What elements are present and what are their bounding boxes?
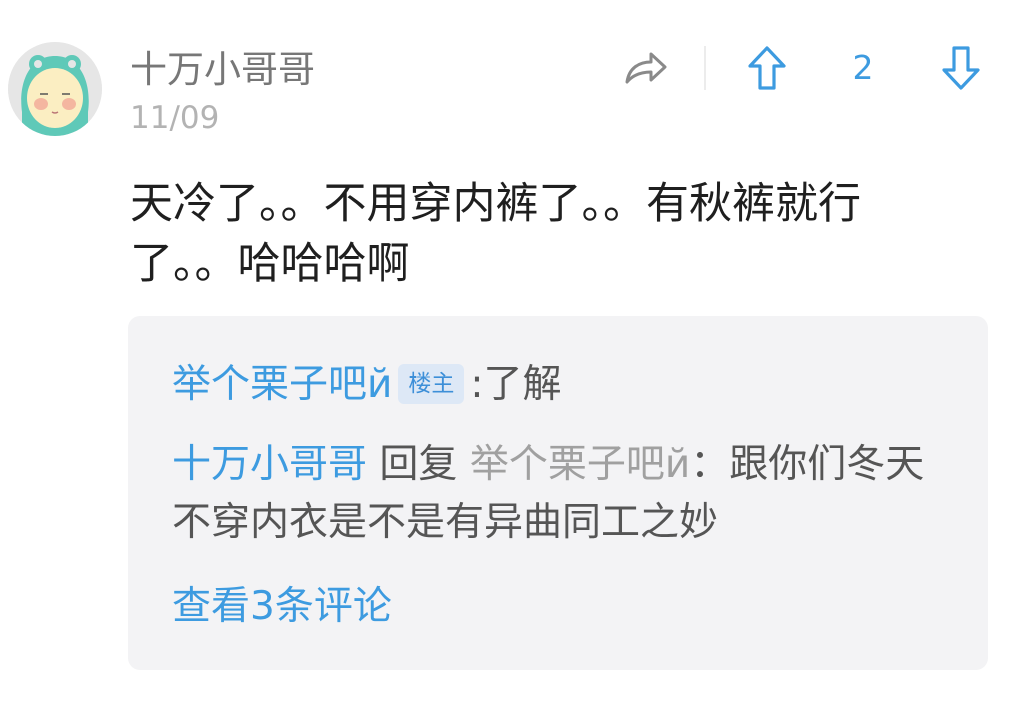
comment-card: 十万小哥哥 11/09 2 天冷了。。不用穿内裤了。。有秋裤就行了。。哈哈哈啊 …: [0, 0, 1036, 712]
share-icon: [625, 52, 667, 84]
avatar-image: [8, 42, 102, 136]
view-more-replies-link[interactable]: 查看3条评论: [172, 580, 392, 634]
author-name[interactable]: 十万小哥哥: [130, 46, 315, 94]
action-divider: [704, 46, 706, 90]
share-button[interactable]: [620, 44, 672, 92]
reply-author[interactable]: 十万小哥哥: [172, 442, 367, 487]
comment-text: 天冷了。。不用穿内裤了。。有秋裤就行了。。哈哈哈啊: [130, 179, 861, 289]
avatar[interactable]: [8, 42, 102, 136]
reply-item[interactable]: 举个栗子吧й 楼主:了解: [172, 356, 952, 414]
arrow-up-icon: [748, 46, 786, 90]
reply-word: 回复: [379, 442, 458, 487]
reply-text: 了解: [483, 362, 562, 407]
reply-separator: :: [470, 362, 484, 407]
downvote-button[interactable]: [936, 40, 986, 96]
reply-target[interactable]: 举个栗子吧й: [470, 442, 690, 487]
vote-count: 2: [852, 48, 874, 87]
arrow-down-icon: [942, 46, 980, 90]
post-date: 11/09: [130, 100, 220, 136]
reply-separator: ：: [690, 442, 730, 487]
reply-item[interactable]: 十万小哥哥 回复 举个栗子吧й：跟你们冬天不穿内衣是不是有异曲同工之妙: [172, 436, 952, 552]
reply-author[interactable]: 举个栗子吧й: [172, 362, 392, 407]
upvote-button[interactable]: [742, 40, 792, 96]
replies-panel: 举个栗子吧й 楼主:了解 十万小哥哥 回复 举个栗子吧й：跟你们冬天不穿内衣是不是…: [128, 316, 988, 670]
op-badge: 楼主: [398, 364, 465, 404]
